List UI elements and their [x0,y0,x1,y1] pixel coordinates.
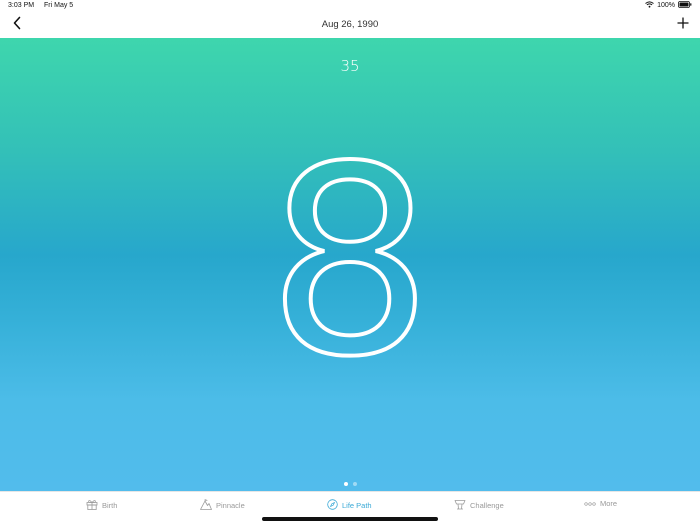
tab-pinnacle[interactable]: Pinnacle [200,499,245,512]
battery-icon [678,1,692,10]
tab-challenge[interactable]: Challenge [454,499,504,512]
page-title: Aug 26, 1990 [321,19,379,30]
battery-percent: 100% [657,2,675,9]
page-dot-1[interactable] [343,482,348,486]
home-indicator[interactable] [262,517,438,521]
tab-challenge-label: Challenge [470,501,504,510]
navigation-bar: Aug 26, 1990 [0,12,700,38]
tab-birth[interactable]: Birth [86,499,117,512]
life-path-panel[interactable]: 35 8 [0,38,700,491]
status-date: Fri May 5 [44,2,74,9]
life-path-number: 8 [265,112,434,414]
gift-icon [86,499,98,512]
challenge-icon [454,499,466,512]
status-right: 100% [645,1,692,10]
wifi-icon [645,1,654,10]
compound-number: 35 [340,57,360,75]
tab-more[interactable]: More [584,499,617,508]
tab-life-path-label: Life Path [342,501,372,510]
tab-life-path[interactable]: Life Path [327,499,372,512]
plus-icon [677,16,689,34]
page-dot-2[interactable] [352,482,357,486]
status-time: 3:03 PM [8,2,35,9]
tab-birth-label: Birth [102,501,118,510]
status-left: 3:03 PM Fri May 5 [8,2,73,9]
more-icon [584,499,596,508]
mountain-icon [200,499,212,512]
status-bar: 3:03 PM Fri May 5 100% [0,0,700,12]
screen: 3:03 PM Fri May 5 100% Aug 26, 1990 35 8… [0,0,700,525]
add-button[interactable] [674,16,692,34]
compass-icon [327,499,338,512]
tab-more-label: More [600,499,618,508]
tab-pinnacle-label: Pinnacle [216,501,245,510]
page-indicator[interactable] [0,482,700,486]
